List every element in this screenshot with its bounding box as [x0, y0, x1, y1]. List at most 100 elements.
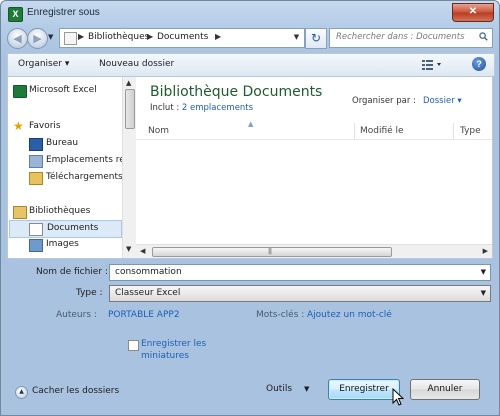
sidebar-item-favoris[interactable]: ★ Favoris: [8, 119, 122, 135]
sidebar-item-label: Microsoft Excel: [29, 85, 97, 95]
sidebar-item-label: Emplacements récents: [46, 155, 122, 165]
sidebar-item-telechargements[interactable]: Téléchargements: [8, 170, 122, 186]
sidebar-item-bureau[interactable]: Bureau: [8, 136, 122, 152]
sidebar-item-images[interactable]: Images: [8, 237, 122, 253]
type-label: Type :: [76, 288, 103, 298]
includes-locations-link[interactable]: 2 emplacements: [182, 103, 253, 113]
hide-folders-label: Cacher les dossiers: [32, 386, 120, 396]
navigation-scrollbar[interactable]: ▲ ▼: [122, 77, 136, 258]
tools-button[interactable]: Outils: [266, 384, 292, 394]
library-includes: Inclut : 2 emplacements: [150, 103, 253, 113]
filename-field[interactable]: consommation ▼: [109, 264, 491, 281]
view-options-icon[interactable]: [421, 58, 443, 71]
scroll-left-icon[interactable]: ◀: [140, 247, 145, 255]
documents-icon: [29, 223, 43, 236]
breadcrumb-documents[interactable]: Documents: [157, 32, 208, 42]
column-modified[interactable]: Modifié le: [360, 126, 404, 136]
scroll-thumb[interactable]: [125, 89, 135, 129]
column-name[interactable]: Nom: [148, 126, 169, 136]
includes-label: Inclut :: [150, 103, 180, 113]
hide-folders-button[interactable]: ▲ Cacher les dossiers: [15, 385, 125, 399]
library-title: Bibliothèque Documents: [150, 84, 323, 100]
recent-locations-dropdown[interactable]: ▼: [48, 33, 53, 41]
forward-button[interactable]: ▶: [27, 28, 48, 49]
forward-arrow-icon: ▶: [33, 32, 42, 45]
cancel-button[interactable]: Annuler: [410, 379, 480, 400]
arrange-by-dropdown[interactable]: Dossier ▾: [423, 96, 462, 106]
excel-app-icon: X: [8, 7, 23, 22]
images-icon: [29, 239, 43, 252]
search-placeholder: Rechercher dans : Documents: [336, 32, 465, 42]
sidebar-item-label: Téléchargements: [46, 172, 122, 182]
filename-value: consommation: [115, 267, 182, 277]
column-type[interactable]: Type: [460, 126, 481, 136]
sidebar-item-label: Bibliothèques: [29, 206, 91, 216]
sidebar-item-label: Bureau: [46, 138, 79, 148]
save-thumbnail-label[interactable]: Enregistrer les: [141, 339, 206, 349]
chevron-down-icon[interactable]: ▼: [481, 268, 486, 276]
sidebar-item-label: Favoris: [29, 121, 61, 131]
desktop-icon: [29, 138, 43, 151]
mouse-pointer-icon: [392, 388, 404, 406]
collapse-up-icon: ▲: [15, 386, 28, 399]
horizontal-scrollbar[interactable]: ◀ ||| ▶: [136, 244, 492, 258]
save-as-dialog: X Enregistrer sous ✕ ◀ ▶ ▼ ▶ Bibliothèqu…: [0, 0, 500, 416]
window-title: Enregistrer sous: [27, 7, 100, 18]
sort-arrow-icon: ▲: [248, 120, 254, 128]
tags-label: Mots-clés :: [256, 310, 305, 320]
scroll-thumb[interactable]: |||: [152, 247, 392, 257]
sidebar-item-microsoft-excel[interactable]: Microsoft Excel: [8, 83, 122, 99]
grip-icon: |||: [268, 248, 272, 255]
refresh-icon: ↻: [310, 31, 322, 45]
refresh-button[interactable]: ↻: [305, 28, 327, 49]
tools-dropdown-icon[interactable]: ▼: [304, 385, 309, 393]
recent-places-icon: [29, 155, 43, 168]
scroll-up-icon[interactable]: ▲: [126, 79, 131, 87]
sidebar-item-bibliotheques[interactable]: Bibliothèques: [8, 204, 122, 220]
title-bar[interactable]: X Enregistrer sous ✕: [1, 1, 499, 27]
address-dropdown-icon[interactable]: ▼: [290, 30, 303, 45]
navigation-bar: ◀ ▶ ▼ ▶ Bibliothèques ▶ Documents ▶ ▼ ↻ …: [7, 27, 493, 49]
navigation-pane: Microsoft Excel ★ Favoris Bureau Emplace…: [8, 77, 122, 258]
breadcrumb-separator-icon[interactable]: ▶: [78, 32, 84, 41]
close-button[interactable]: ✕: [452, 3, 494, 22]
scroll-down-icon[interactable]: ▼: [126, 245, 131, 253]
breadcrumb-separator-icon[interactable]: ▶: [147, 32, 153, 41]
search-icon: [479, 32, 488, 41]
sidebar-item-emplacements-recents[interactable]: Emplacements récents: [8, 153, 122, 169]
star-icon: ★: [13, 119, 24, 133]
back-button[interactable]: ◀: [7, 28, 28, 49]
column-divider[interactable]: [354, 123, 355, 139]
back-arrow-icon: ◀: [13, 32, 22, 45]
file-list-pane: Bibliothèque Documents Inclut : 2 emplac…: [136, 77, 492, 258]
sidebar-item-label: Images: [46, 239, 79, 249]
save-thumbnail-checkbox[interactable]: [128, 340, 139, 351]
breadcrumb-separator-icon[interactable]: ▶: [215, 32, 221, 41]
scroll-right-icon[interactable]: ▶: [483, 247, 488, 255]
downloads-icon: [29, 172, 43, 185]
command-toolbar: Organiser ▾ Nouveau dossier ?: [7, 53, 495, 76]
tags-field[interactable]: Ajoutez un mot-clé: [307, 310, 392, 320]
sidebar-item-label: Documents: [47, 223, 99, 233]
organize-button[interactable]: Organiser ▾: [18, 59, 69, 69]
libraries-icon: [13, 206, 27, 219]
new-folder-button[interactable]: Nouveau dossier: [99, 59, 174, 69]
authors-field[interactable]: PORTABLE APP2: [108, 310, 180, 320]
chevron-down-icon[interactable]: ▼: [481, 289, 486, 297]
browser-pane: Microsoft Excel ★ Favoris Bureau Emplace…: [7, 76, 493, 259]
folder-icon: [64, 32, 77, 45]
column-divider[interactable]: [453, 123, 454, 139]
search-input[interactable]: Rechercher dans : Documents: [329, 28, 493, 48]
file-type-select[interactable]: Classeur Excel ▼: [109, 285, 491, 302]
save-thumbnail-label[interactable]: miniatures: [141, 351, 189, 361]
breadcrumb-bibliotheques[interactable]: Bibliothèques: [88, 32, 149, 42]
help-button[interactable]: ?: [472, 57, 486, 71]
arrange-by-label: Organiser par :: [352, 96, 416, 106]
sidebar-item-documents[interactable]: Documents: [9, 220, 122, 238]
address-bar[interactable]: ▶ Bibliothèques ▶ Documents ▶ ▼: [59, 28, 305, 48]
authors-label: Auteurs :: [56, 310, 97, 320]
type-value: Classeur Excel: [115, 288, 181, 298]
column-header-row: ▲ Nom Modifié le Type: [136, 120, 492, 140]
excel-icon: [13, 85, 27, 98]
save-button[interactable]: Enregistrer: [328, 379, 400, 400]
